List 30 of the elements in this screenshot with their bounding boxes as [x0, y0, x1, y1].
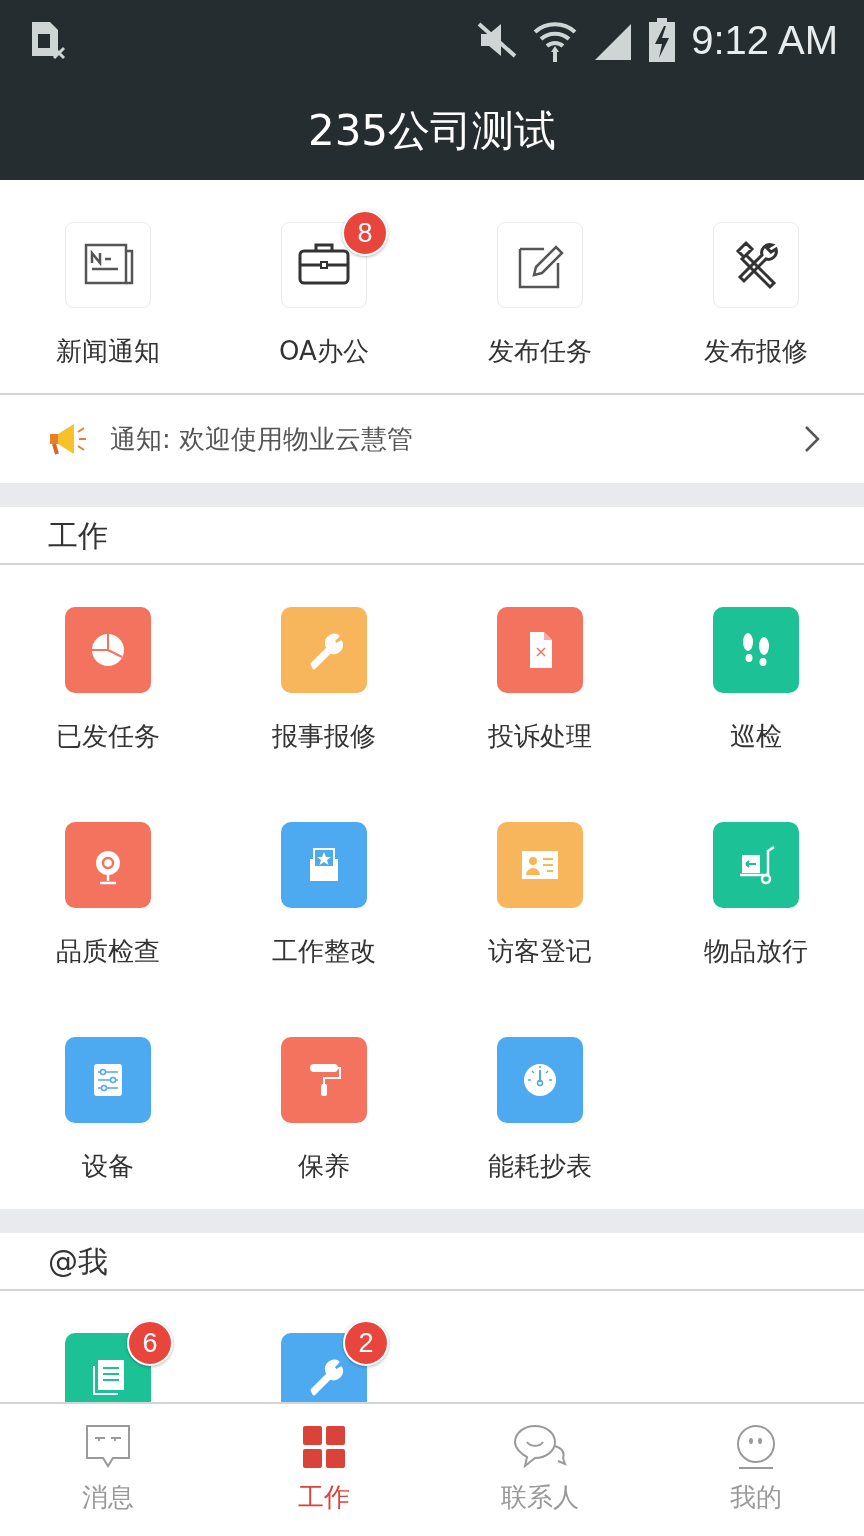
app-tile[interactable]: 设备 — [0, 995, 216, 1210]
page-title: 235公司测试 — [307, 104, 557, 157]
shortcut-button[interactable]: 新闻通知 — [0, 180, 216, 393]
shortcut-button[interactable]: 发布任务 — [432, 180, 648, 393]
app-tile[interactable]: 巡检 — [648, 565, 864, 780]
chevron-right-icon — [804, 425, 820, 453]
status-time: 9:12 AM — [691, 17, 838, 64]
shortcut-button[interactable]: 8 OA办公 — [216, 180, 432, 393]
count-badge: 8 — [342, 210, 388, 256]
notice-text: 通知: 欢迎使用物业云慧管 — [110, 422, 415, 456]
nav-tab[interactable]: 工作 — [216, 1404, 432, 1533]
battery-icon — [649, 18, 676, 62]
app-tile[interactable]: 工作整改 — [216, 780, 432, 995]
app-tile[interactable]: 6 — [0, 1291, 216, 1402]
app-tile[interactable]: 已发任务 — [0, 565, 216, 780]
count-badge: 6 — [127, 1320, 173, 1366]
app-tile[interactable]: 访客登记 — [432, 780, 648, 995]
count-badge: 2 — [343, 1320, 389, 1366]
app-tile[interactable]: 物品放行 — [648, 780, 864, 995]
app-tile[interactable]: 品质检查 — [0, 780, 216, 995]
app-tile[interactable]: 报事报修 — [216, 565, 432, 780]
notice-bar[interactable]: 通知: 欢迎使用物业云慧管 — [0, 395, 864, 483]
app-tile[interactable]: 保养 — [216, 995, 432, 1210]
app-tile[interactable]: 能耗抄表 — [432, 995, 648, 1210]
section-title: @我 — [48, 1242, 108, 1281]
app-tile[interactable]: 投诉处理 — [432, 565, 648, 780]
section-title: 工作 — [48, 516, 108, 555]
shortcut-button[interactable]: 发布报修 — [648, 180, 864, 393]
app-tile[interactable]: 2 — [216, 1291, 432, 1402]
mute-icon — [477, 22, 518, 58]
